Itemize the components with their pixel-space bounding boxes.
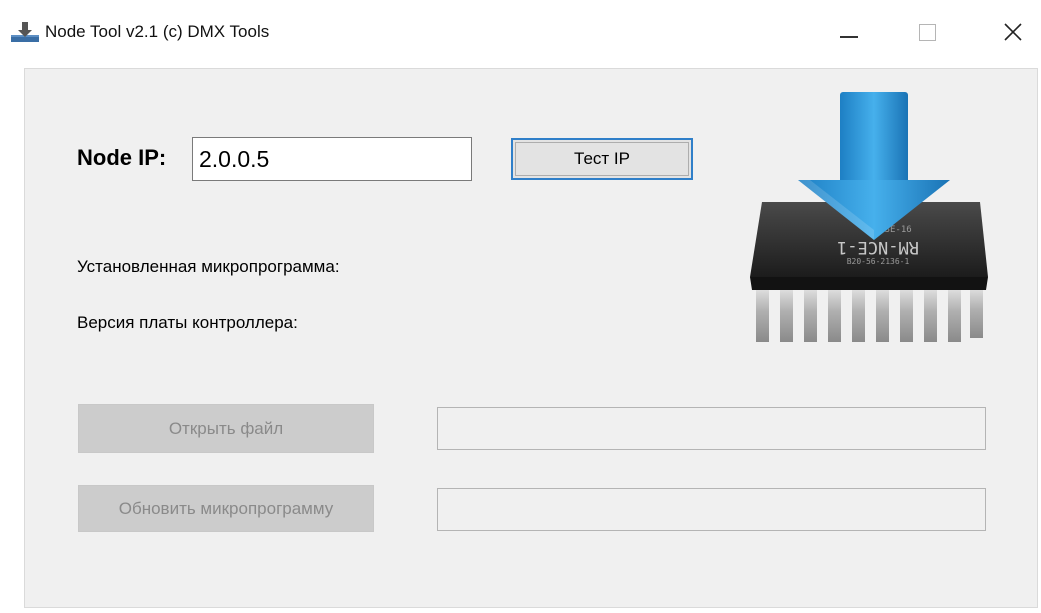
node-ip-label: Node IP: xyxy=(77,145,167,170)
update-firmware-button-label: Обновить микропрограмму xyxy=(118,498,334,518)
open-file-button[interactable]: Открыть файл xyxy=(78,404,374,453)
window-title: Node Tool v2.1 (c) DMX Tools xyxy=(45,22,270,41)
open-file-path-field xyxy=(437,407,986,450)
node-ip-input[interactable] xyxy=(192,137,472,181)
chip-download-icon: 41-3E-16 RM-NCE-1 B20-56-2136-1 xyxy=(750,92,988,342)
board-version-label: Версия платы контроллера: xyxy=(77,313,298,332)
chip-serial-text: B20-56-2136-1 xyxy=(847,257,910,266)
maximize-icon xyxy=(918,23,936,41)
minimize-icon xyxy=(840,36,858,38)
chip-model-text: RM-NCE-1 xyxy=(837,237,919,257)
maximize-button[interactable] xyxy=(904,14,950,50)
update-status-field xyxy=(437,488,986,531)
minimize-button[interactable] xyxy=(826,14,872,50)
test-ip-button-label: Тест IP xyxy=(574,149,630,168)
close-icon xyxy=(1004,23,1022,41)
installed-firmware-label: Установленная микропрограмма: xyxy=(77,257,340,276)
download-tray-icon xyxy=(11,22,39,42)
open-file-button-label: Открыть файл xyxy=(168,418,284,438)
test-ip-button[interactable]: Тест IP xyxy=(511,138,693,180)
close-button[interactable] xyxy=(990,14,1036,50)
title-bar: Node Tool v2.1 (c) DMX Tools xyxy=(0,0,1041,68)
update-firmware-button[interactable]: Обновить микропрограмму xyxy=(78,485,374,532)
